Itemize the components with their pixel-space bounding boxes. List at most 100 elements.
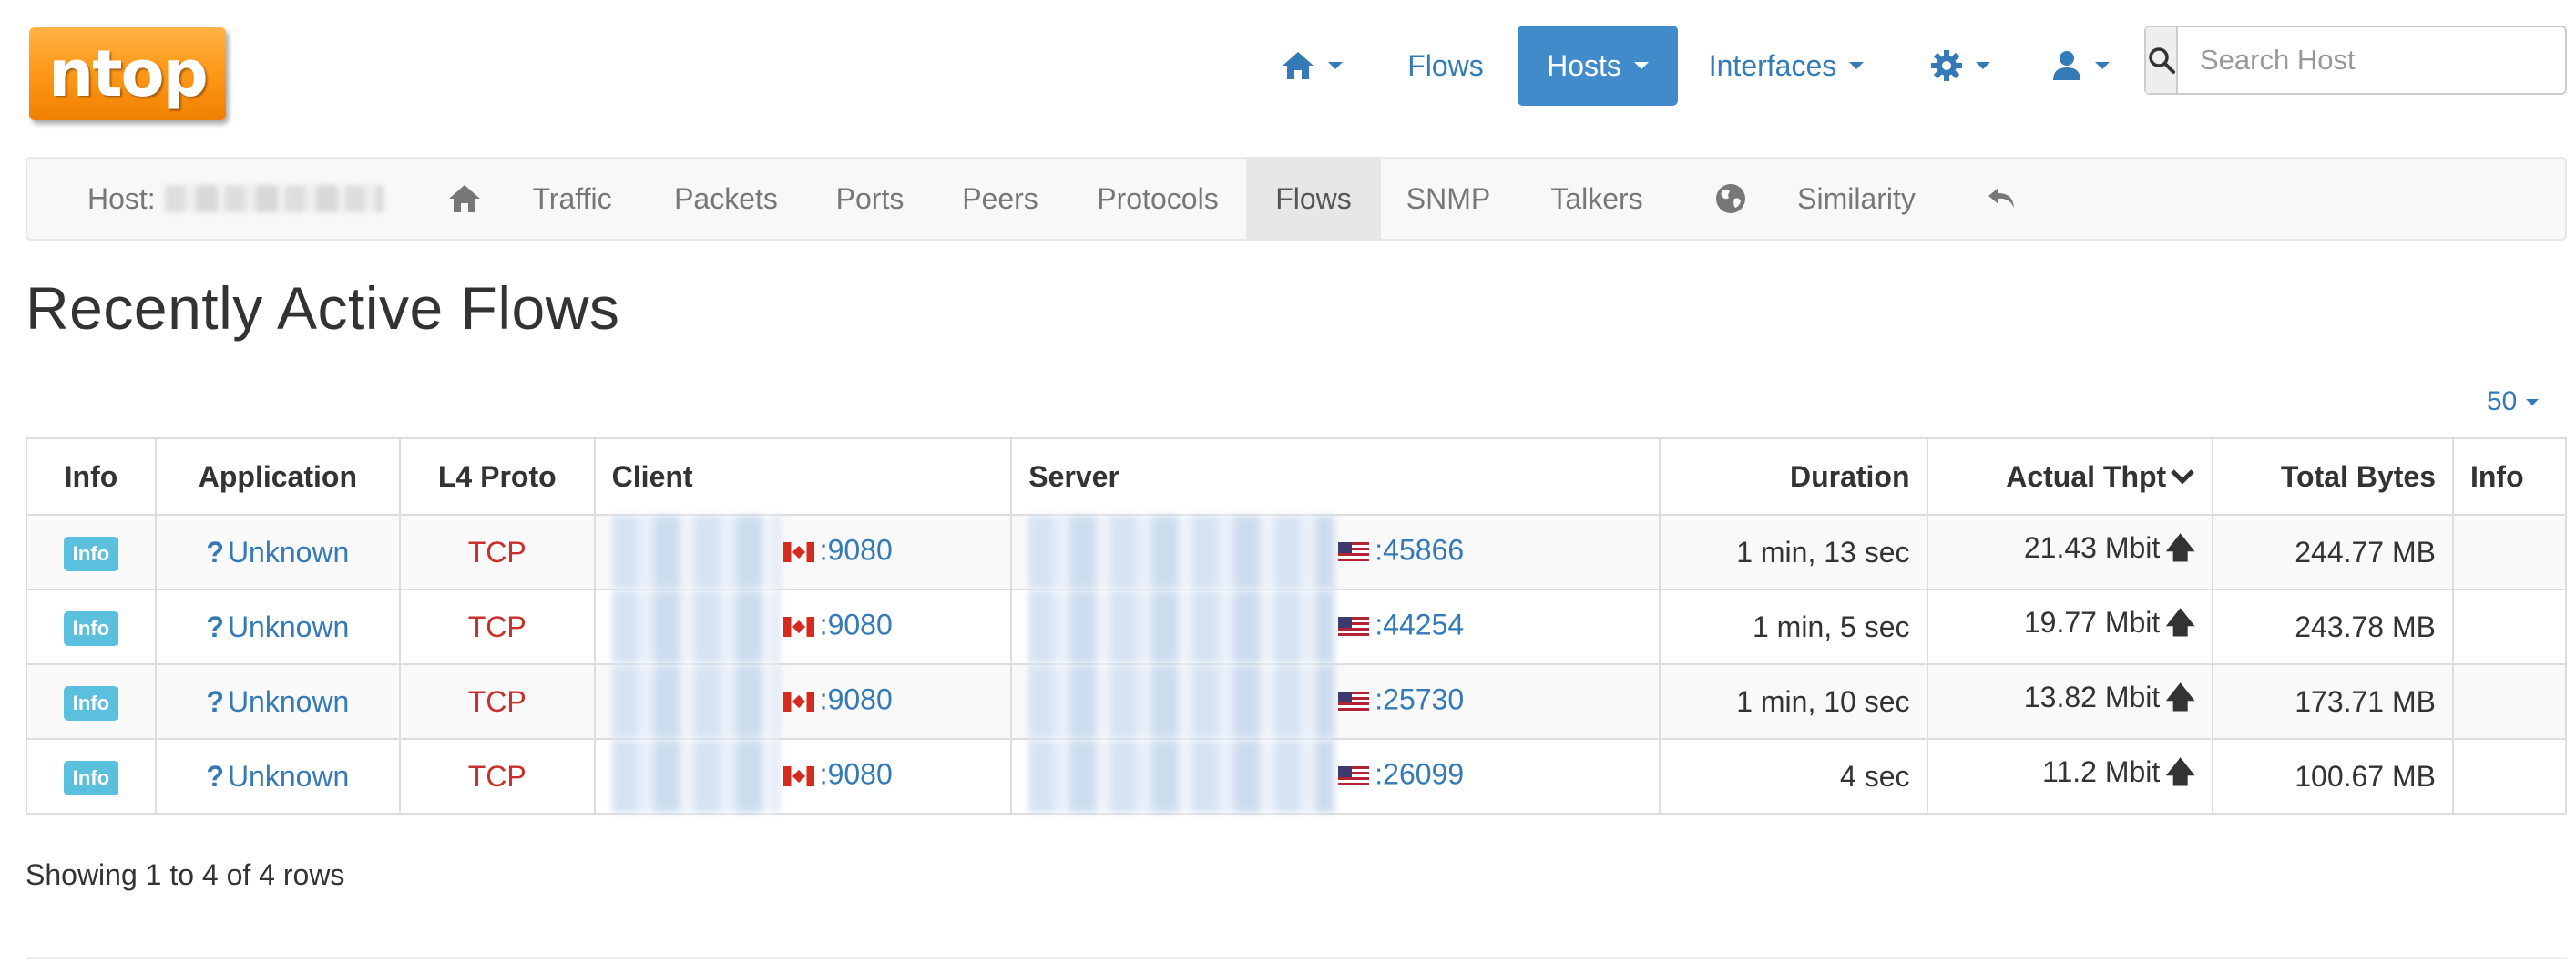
- nav-hosts-label: Hosts: [1547, 48, 1621, 82]
- subnav-snmp[interactable]: SNMP: [1401, 159, 1496, 239]
- client-ip-redacted[interactable]: [611, 665, 780, 738]
- client-ip-redacted[interactable]: [611, 590, 780, 663]
- cell-client: :9080: [593, 738, 1013, 815]
- cell-duration: 1 min, 5 sec: [1658, 589, 1928, 665]
- cell-l4-proto: TCP: [398, 514, 596, 590]
- client-port-link[interactable]: :9080: [820, 757, 893, 790]
- application-link[interactable]: ? Unknown: [206, 760, 349, 793]
- server-ip-redacted[interactable]: [1028, 665, 1335, 738]
- settings-menu[interactable]: [1917, 26, 2004, 106]
- question-icon: ?: [206, 684, 224, 718]
- arrow-up-icon: 🡅: [2165, 681, 2196, 713]
- header-actual-thpt[interactable]: Actual Thpt: [1926, 437, 2214, 516]
- subnav-ports[interactable]: Ports: [829, 159, 911, 239]
- nav-interfaces-label: Interfaces: [1708, 48, 1837, 82]
- client-port-link[interactable]: :9080: [820, 533, 893, 566]
- cell-l4-proto: TCP: [398, 738, 596, 815]
- application-link[interactable]: ? Unknown: [206, 536, 349, 569]
- header-info[interactable]: Info: [26, 437, 157, 516]
- subnav-snmp-label: SNMP: [1406, 181, 1491, 215]
- subnav-geomap[interactable]: [1694, 159, 1767, 239]
- header-duration[interactable]: Duration: [1658, 437, 1928, 516]
- subnav-talkers-label: Talkers: [1550, 181, 1643, 215]
- cell-actual-thpt: 19.77 Mbit 🡅: [1926, 589, 2214, 665]
- application-link[interactable]: ? Unknown: [206, 685, 349, 718]
- header-actual-thpt-label: Actual Thpt: [2006, 459, 2167, 493]
- nav-flows-link[interactable]: Flows: [1394, 26, 1498, 106]
- chevron-down-icon: [2095, 62, 2110, 69]
- server-ip-redacted[interactable]: [1028, 590, 1335, 663]
- subnav-protocols[interactable]: Protocols: [1089, 159, 1226, 239]
- subnav-similarity[interactable]: Similarity: [1793, 159, 1920, 239]
- subnav-protocols-label: Protocols: [1097, 181, 1219, 215]
- cell-info: Info: [26, 663, 157, 740]
- host-subnav: Host: Traffic Packets Ports Peers Protoc…: [26, 157, 2567, 241]
- flows-table: Info Application L4 Proto Client Server …: [26, 437, 2568, 815]
- subnav-back[interactable]: [1966, 159, 2039, 239]
- cell-client: :9080: [593, 514, 1013, 590]
- cell-application[interactable]: ? Unknown: [154, 663, 401, 740]
- user-menu[interactable]: [2037, 26, 2124, 106]
- search-host-input[interactable]: [2178, 27, 2565, 93]
- canada-flag-icon: [782, 766, 814, 786]
- client-ip-redacted[interactable]: [611, 740, 780, 813]
- nav-interfaces-menu[interactable]: Interfaces: [1705, 26, 1867, 106]
- rows-per-page-dropdown[interactable]: 50: [2487, 386, 2540, 417]
- search-box: [2144, 26, 2567, 95]
- cell-info-2: [2451, 738, 2568, 815]
- subnav-peers[interactable]: Peers: [956, 159, 1044, 239]
- chevron-down-icon: [1976, 62, 1990, 69]
- application-link[interactable]: ? Unknown: [206, 610, 349, 643]
- client-ip-redacted[interactable]: [611, 516, 780, 589]
- pagination-summary: Showing 1 to 4 of 4 rows: [26, 858, 345, 891]
- usa-flag-icon: [1338, 617, 1370, 637]
- header-total-bytes[interactable]: Total Bytes: [2212, 437, 2454, 516]
- cell-l4-proto: TCP: [398, 663, 596, 740]
- header-l4-proto[interactable]: L4 Proto: [398, 437, 596, 516]
- application-label: Unknown: [227, 535, 350, 569]
- subnav-packets[interactable]: Packets: [669, 159, 783, 239]
- header-server[interactable]: Server: [1010, 437, 1661, 516]
- cell-total-bytes: 100.67 MB: [2212, 738, 2454, 815]
- cell-total-bytes: 244.77 MB: [2212, 514, 2454, 590]
- server-port-link[interactable]: :44254: [1375, 608, 1464, 641]
- arrow-up-icon: 🡅: [2165, 606, 2196, 639]
- subnav-talkers[interactable]: Talkers: [1549, 159, 1645, 239]
- header-application[interactable]: Application: [154, 437, 401, 516]
- nav-hosts-menu[interactable]: Hosts: [1518, 26, 1678, 106]
- cell-application[interactable]: ? Unknown: [154, 589, 401, 665]
- info-badge[interactable]: Info: [63, 610, 119, 646]
- gear-icon: [1931, 50, 1962, 81]
- client-port-link[interactable]: :9080: [820, 682, 893, 715]
- info-badge[interactable]: Info: [63, 536, 119, 571]
- server-ip-redacted[interactable]: [1028, 740, 1335, 813]
- usa-flag-icon: [1338, 542, 1370, 562]
- server-port-link[interactable]: :45866: [1375, 533, 1464, 566]
- home-icon: [449, 185, 480, 212]
- server-port-link[interactable]: :25730: [1375, 682, 1464, 715]
- subnav-traffic[interactable]: Traffic: [526, 159, 618, 239]
- cell-server: :44254: [1010, 589, 1661, 665]
- info-badge[interactable]: Info: [63, 760, 119, 795]
- client-port-link[interactable]: :9080: [820, 608, 893, 641]
- subnav-home[interactable]: [428, 159, 501, 239]
- cell-info: Info: [26, 738, 157, 815]
- cell-application[interactable]: ? Unknown: [154, 514, 401, 590]
- sort-desc-icon: [2171, 468, 2194, 485]
- header-client[interactable]: Client: [593, 437, 1013, 516]
- cell-info-2: [2451, 663, 2568, 740]
- subnav-flows[interactable]: Flows: [1246, 159, 1381, 239]
- cell-actual-thpt: 13.82 Mbit 🡅: [1926, 663, 2214, 740]
- thpt-value: 11.2 Mbit: [2042, 755, 2161, 788]
- info-badge[interactable]: Info: [63, 685, 119, 721]
- nav-flows-label: Flows: [1407, 48, 1484, 82]
- question-icon: ?: [206, 535, 224, 569]
- cell-application[interactable]: ? Unknown: [154, 738, 401, 815]
- server-ip-redacted[interactable]: [1028, 516, 1335, 589]
- canada-flag-icon: [782, 617, 814, 637]
- search-button[interactable]: [2146, 27, 2178, 93]
- host-address-redacted: [164, 185, 383, 212]
- server-port-link[interactable]: :26099: [1375, 757, 1464, 790]
- header-info-2[interactable]: Info: [2451, 437, 2568, 516]
- home-menu[interactable]: [1268, 26, 1355, 106]
